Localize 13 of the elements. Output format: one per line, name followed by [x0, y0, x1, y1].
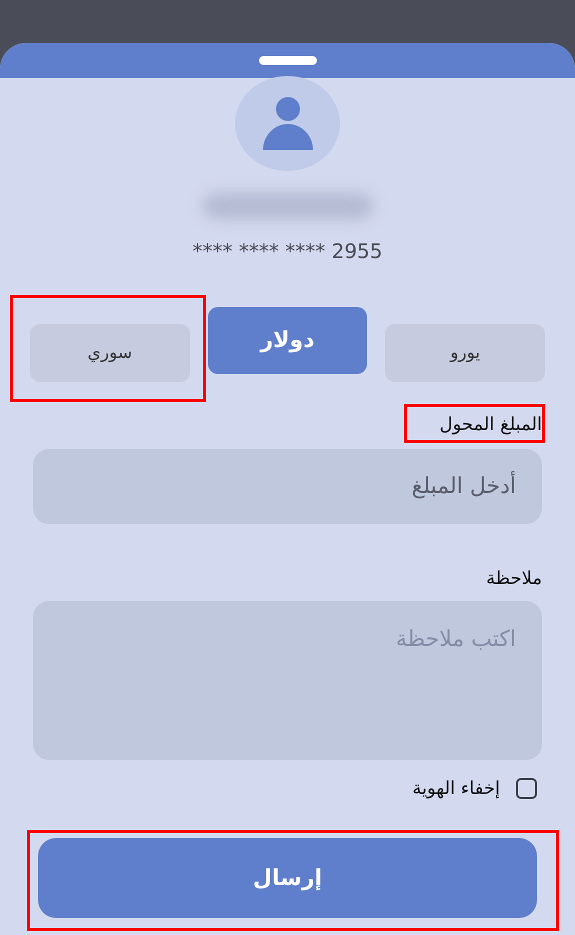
amount-field[interactable]: أدخل المبلغ	[33, 449, 542, 524]
currency-button[interactable]: سوري	[30, 324, 190, 382]
person-icon	[262, 96, 312, 152]
drag-handle[interactable]	[258, 56, 316, 65]
checkbox[interactable]	[516, 778, 537, 799]
amount-label: المبلغ المحول	[440, 414, 542, 435]
hide-identity-label: إخفاء الهوية	[412, 778, 500, 799]
currency-button[interactable]: دولار	[208, 307, 368, 374]
card-number: **** **** **** 2955	[192, 239, 382, 263]
note-label: ملاحظة	[485, 568, 542, 589]
send-button[interactable]: إرسال	[38, 838, 537, 918]
note-field[interactable]: اكتب ملاحظة	[33, 601, 542, 760]
currency-button[interactable]: يورو	[385, 324, 545, 382]
